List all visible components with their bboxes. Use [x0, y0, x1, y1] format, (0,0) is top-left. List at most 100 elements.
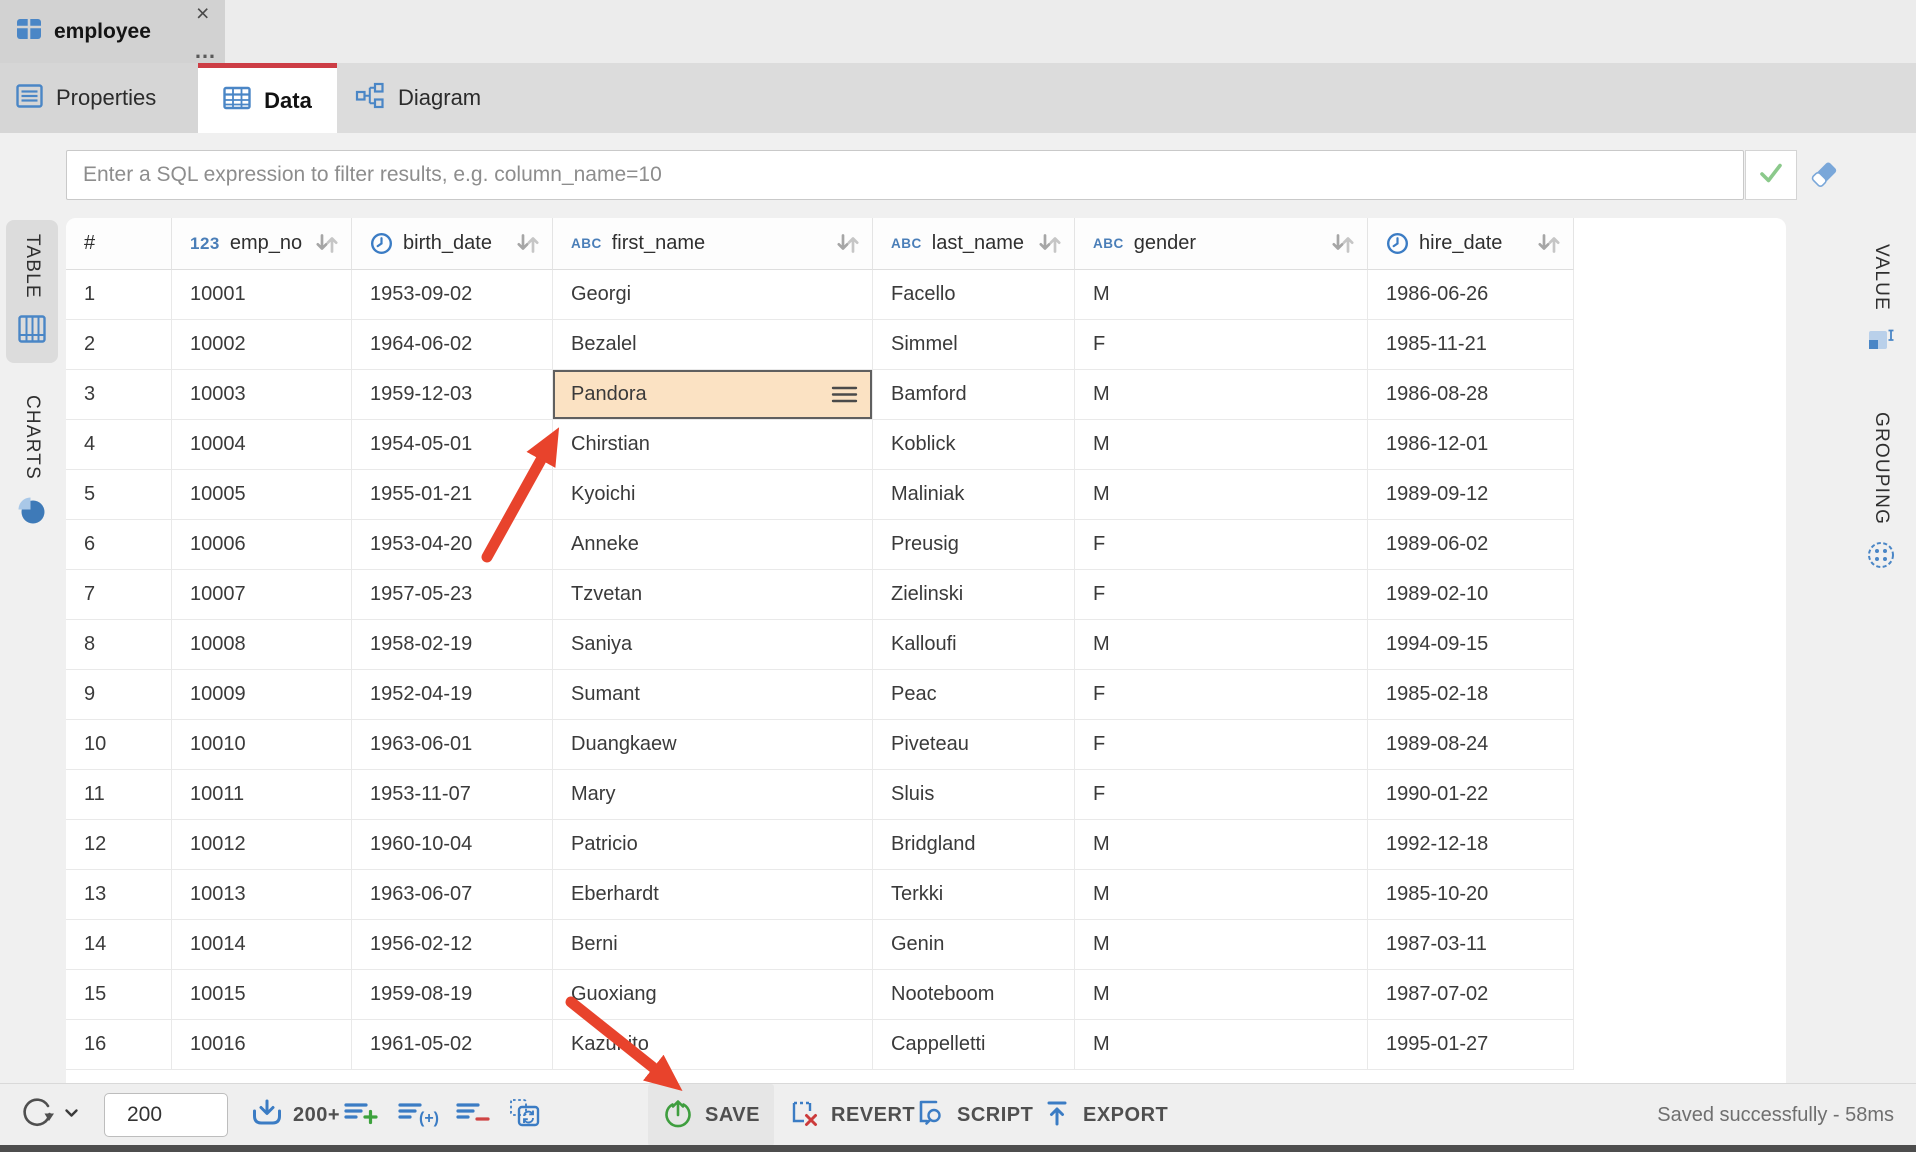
cell-first_name[interactable]: Georgi: [553, 270, 873, 320]
refresh-rows-button[interactable]: [508, 1084, 542, 1146]
cell-hire_date[interactable]: 1987-03-11: [1368, 920, 1574, 970]
row-number[interactable]: 10: [66, 720, 172, 770]
row-number[interactable]: 14: [66, 920, 172, 970]
cell-first_name[interactable]: Duangkaew: [553, 720, 873, 770]
cell-first_name[interactable]: Chirstian: [553, 420, 873, 470]
column-header-gender[interactable]: ABCgender: [1075, 218, 1368, 270]
save-button[interactable]: SAVE: [648, 1084, 774, 1146]
cell-emp_no[interactable]: 10006: [172, 520, 352, 570]
cell-gender[interactable]: M: [1075, 270, 1368, 320]
cell-hire_date[interactable]: 1986-08-28: [1368, 370, 1574, 420]
cell-last_name[interactable]: Kalloufi: [873, 620, 1075, 670]
cell-emp_no[interactable]: 10002: [172, 320, 352, 370]
sort-arrows-icon[interactable]: [1535, 233, 1573, 254]
cell-first_name[interactable]: Tzvetan: [553, 570, 873, 620]
cell-hire_date[interactable]: 1995-01-27: [1368, 1020, 1574, 1070]
column-header-emp_no[interactable]: 123emp_no: [172, 218, 352, 270]
row-number[interactable]: 8: [66, 620, 172, 670]
cell-gender[interactable]: M: [1075, 1020, 1368, 1070]
row-number[interactable]: 9: [66, 670, 172, 720]
row-number[interactable]: 13: [66, 870, 172, 920]
row-number[interactable]: 15: [66, 970, 172, 1020]
cell-last_name[interactable]: Facello: [873, 270, 1075, 320]
cell-emp_no[interactable]: 10014: [172, 920, 352, 970]
cell-birth_date[interactable]: 1952-04-19: [352, 670, 553, 720]
apply-filter-button[interactable]: [1745, 150, 1797, 200]
cell-first_name[interactable]: Berni: [553, 920, 873, 970]
cell-birth_date[interactable]: 1953-09-02: [352, 270, 553, 320]
delete-row-button[interactable]: [456, 1084, 492, 1146]
cell-hire_date[interactable]: 1989-09-12: [1368, 470, 1574, 520]
cell-hire_date[interactable]: 1989-08-24: [1368, 720, 1574, 770]
cell-gender[interactable]: M: [1075, 420, 1368, 470]
cell-emp_no[interactable]: 10010: [172, 720, 352, 770]
row-number[interactable]: 4: [66, 420, 172, 470]
sort-arrows-icon[interactable]: [1329, 233, 1367, 254]
cell-emp_no[interactable]: 10009: [172, 670, 352, 720]
cell-birth_date[interactable]: 1961-05-02: [352, 1020, 553, 1070]
filter-input[interactable]: [66, 150, 1744, 200]
row-number[interactable]: 5: [66, 470, 172, 520]
script-button[interactable]: SCRIPT: [914, 1084, 1033, 1146]
row-limit-input[interactable]: [104, 1093, 228, 1137]
cell-first_name[interactable]: Eberhardt: [553, 870, 873, 920]
cell-birth_date[interactable]: 1956-02-12: [352, 920, 553, 970]
cell-emp_no[interactable]: 10012: [172, 820, 352, 870]
row-number-header[interactable]: #: [66, 218, 172, 270]
rail-tab-charts[interactable]: CHARTS: [6, 381, 58, 544]
cell-gender[interactable]: F: [1075, 770, 1368, 820]
rail-tab-table[interactable]: TABLE: [6, 220, 58, 363]
cell-birth_date[interactable]: 1960-10-04: [352, 820, 553, 870]
row-number[interactable]: 16: [66, 1020, 172, 1070]
selected-cell-first_name[interactable]: Pandora: [553, 370, 873, 420]
row-number[interactable]: 3: [66, 370, 172, 420]
cell-first_name[interactable]: Mary: [553, 770, 873, 820]
export-button[interactable]: EXPORT: [1042, 1084, 1168, 1146]
row-number[interactable]: 2: [66, 320, 172, 370]
cell-hire_date[interactable]: 1986-06-26: [1368, 270, 1574, 320]
cell-last_name[interactable]: Piveteau: [873, 720, 1075, 770]
cell-last_name[interactable]: Cappelletti: [873, 1020, 1075, 1070]
cell-emp_no[interactable]: 10003: [172, 370, 352, 420]
cell-emp_no[interactable]: 10001: [172, 270, 352, 320]
cell-last_name[interactable]: Simmel: [873, 320, 1075, 370]
cell-last_name[interactable]: Maliniak: [873, 470, 1075, 520]
cell-gender[interactable]: M: [1075, 370, 1368, 420]
cell-birth_date[interactable]: 1954-05-01: [352, 420, 553, 470]
cell-last_name[interactable]: Terkki: [873, 870, 1075, 920]
cell-last_name[interactable]: Nooteboom: [873, 970, 1075, 1020]
column-header-first_name[interactable]: ABCfirst_name: [553, 218, 873, 270]
cell-hire_date[interactable]: 1990-01-22: [1368, 770, 1574, 820]
tab-diagram[interactable]: Diagram: [337, 63, 517, 133]
tab-properties[interactable]: Properties: [0, 63, 198, 133]
cell-emp_no[interactable]: 10015: [172, 970, 352, 1020]
cell-emp_no[interactable]: 10007: [172, 570, 352, 620]
cell-hire_date[interactable]: 1985-02-18: [1368, 670, 1574, 720]
cell-hire_date[interactable]: 1989-06-02: [1368, 520, 1574, 570]
cell-gender[interactable]: F: [1075, 320, 1368, 370]
cell-hire_date[interactable]: 1986-12-01: [1368, 420, 1574, 470]
cell-gender[interactable]: M: [1075, 470, 1368, 520]
column-header-hire_date[interactable]: hire_date: [1368, 218, 1574, 270]
tab-data[interactable]: Data: [198, 63, 337, 133]
cell-birth_date[interactable]: 1957-05-23: [352, 570, 553, 620]
cell-birth_date[interactable]: 1959-08-19: [352, 970, 553, 1020]
add-row-button[interactable]: [344, 1084, 380, 1146]
row-number[interactable]: 1: [66, 270, 172, 320]
cell-last_name[interactable]: Sluis: [873, 770, 1075, 820]
cell-gender[interactable]: M: [1075, 870, 1368, 920]
cell-first_name[interactable]: Saniya: [553, 620, 873, 670]
cell-birth_date[interactable]: 1963-06-01: [352, 720, 553, 770]
cell-birth_date[interactable]: 1963-06-07: [352, 870, 553, 920]
cell-first_name[interactable]: Bezalel: [553, 320, 873, 370]
sort-arrows-icon[interactable]: [514, 233, 552, 254]
duplicate-row-button[interactable]: (+): [398, 1084, 442, 1146]
cell-first_name[interactable]: Patricio: [553, 820, 873, 870]
column-header-birth_date[interactable]: birth_date: [352, 218, 553, 270]
editor-tab-employee[interactable]: employee × …: [0, 0, 225, 63]
sort-arrows-icon[interactable]: [1036, 233, 1074, 254]
row-number[interactable]: 11: [66, 770, 172, 820]
cell-emp_no[interactable]: 10005: [172, 470, 352, 520]
cell-birth_date[interactable]: 1958-02-19: [352, 620, 553, 670]
row-number[interactable]: 12: [66, 820, 172, 870]
